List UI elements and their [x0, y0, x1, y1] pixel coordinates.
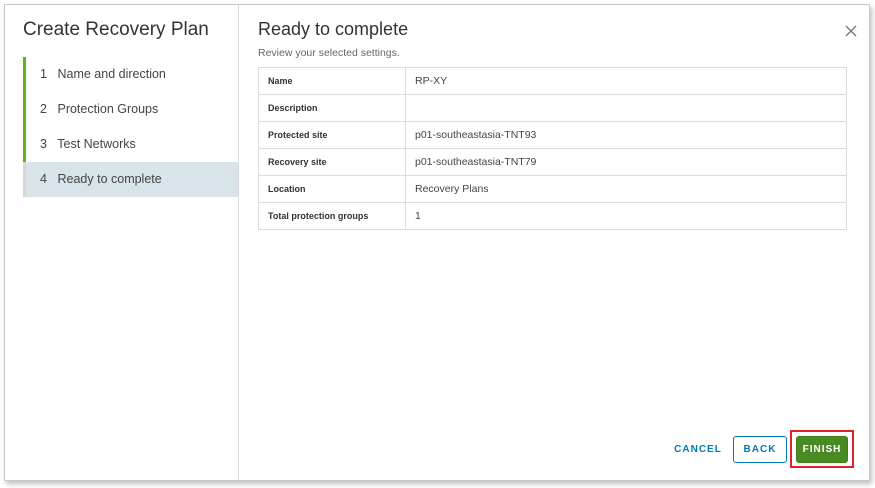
summary-value: 1	[405, 202, 847, 230]
summary-key: Location	[258, 175, 406, 203]
summary-key: Name	[258, 67, 406, 95]
page-subtitle: Review your selected settings.	[258, 47, 400, 59]
table-row: Protected site p01-southeastasia-TNT93	[258, 121, 847, 149]
step-label: Name and direction	[57, 67, 166, 81]
step-label: Test Networks	[57, 137, 136, 151]
summary-value: p01-southeastasia-TNT79	[405, 148, 847, 176]
step-label: Ready to complete	[57, 172, 162, 186]
step-number: 1	[40, 67, 47, 81]
wizard-title: Create Recovery Plan	[23, 19, 209, 40]
summary-value: RP-XY	[405, 67, 847, 95]
summary-key: Total protection groups	[258, 202, 406, 230]
table-row: Name RP-XY	[258, 67, 847, 95]
wizard-steps: 1 Name and direction 2 Protection Groups…	[23, 57, 238, 197]
table-row: Total protection groups 1	[258, 202, 847, 230]
summary-key: Protected site	[258, 121, 406, 149]
close-icon[interactable]	[843, 23, 859, 39]
step-label: Protection Groups	[57, 102, 159, 116]
wizard-sidebar: Create Recovery Plan 1 Name and directio…	[5, 5, 239, 480]
table-row: Location Recovery Plans	[258, 175, 847, 203]
step-number: 2	[40, 102, 47, 116]
step-ready-to-complete[interactable]: 4 Ready to complete	[23, 162, 238, 197]
summary-key: Recovery site	[258, 148, 406, 176]
summary-value	[405, 94, 847, 122]
table-row: Description	[258, 94, 847, 122]
page-title: Ready to complete	[258, 19, 409, 39]
finish-button[interactable]: FINISH	[796, 436, 848, 463]
step-protection-groups[interactable]: 2 Protection Groups	[23, 92, 238, 127]
step-number: 3	[40, 137, 47, 151]
wizard-content: Ready to complete Review your selected s…	[239, 5, 869, 480]
step-name-and-direction[interactable]: 1 Name and direction	[23, 57, 238, 92]
summary-value: Recovery Plans	[405, 175, 847, 203]
back-button[interactable]: BACK	[733, 436, 787, 463]
step-number: 4	[40, 172, 47, 186]
cancel-button[interactable]: CANCEL	[665, 436, 731, 463]
summary-value: p01-southeastasia-TNT93	[405, 121, 847, 149]
step-test-networks[interactable]: 3 Test Networks	[23, 127, 238, 162]
summary-key: Description	[258, 94, 406, 122]
table-row: Recovery site p01-southeastasia-TNT79	[258, 148, 847, 176]
summary-table: Name RP-XY Description Protected site p0…	[258, 67, 847, 230]
wizard-dialog: Create Recovery Plan 1 Name and directio…	[4, 4, 870, 481]
